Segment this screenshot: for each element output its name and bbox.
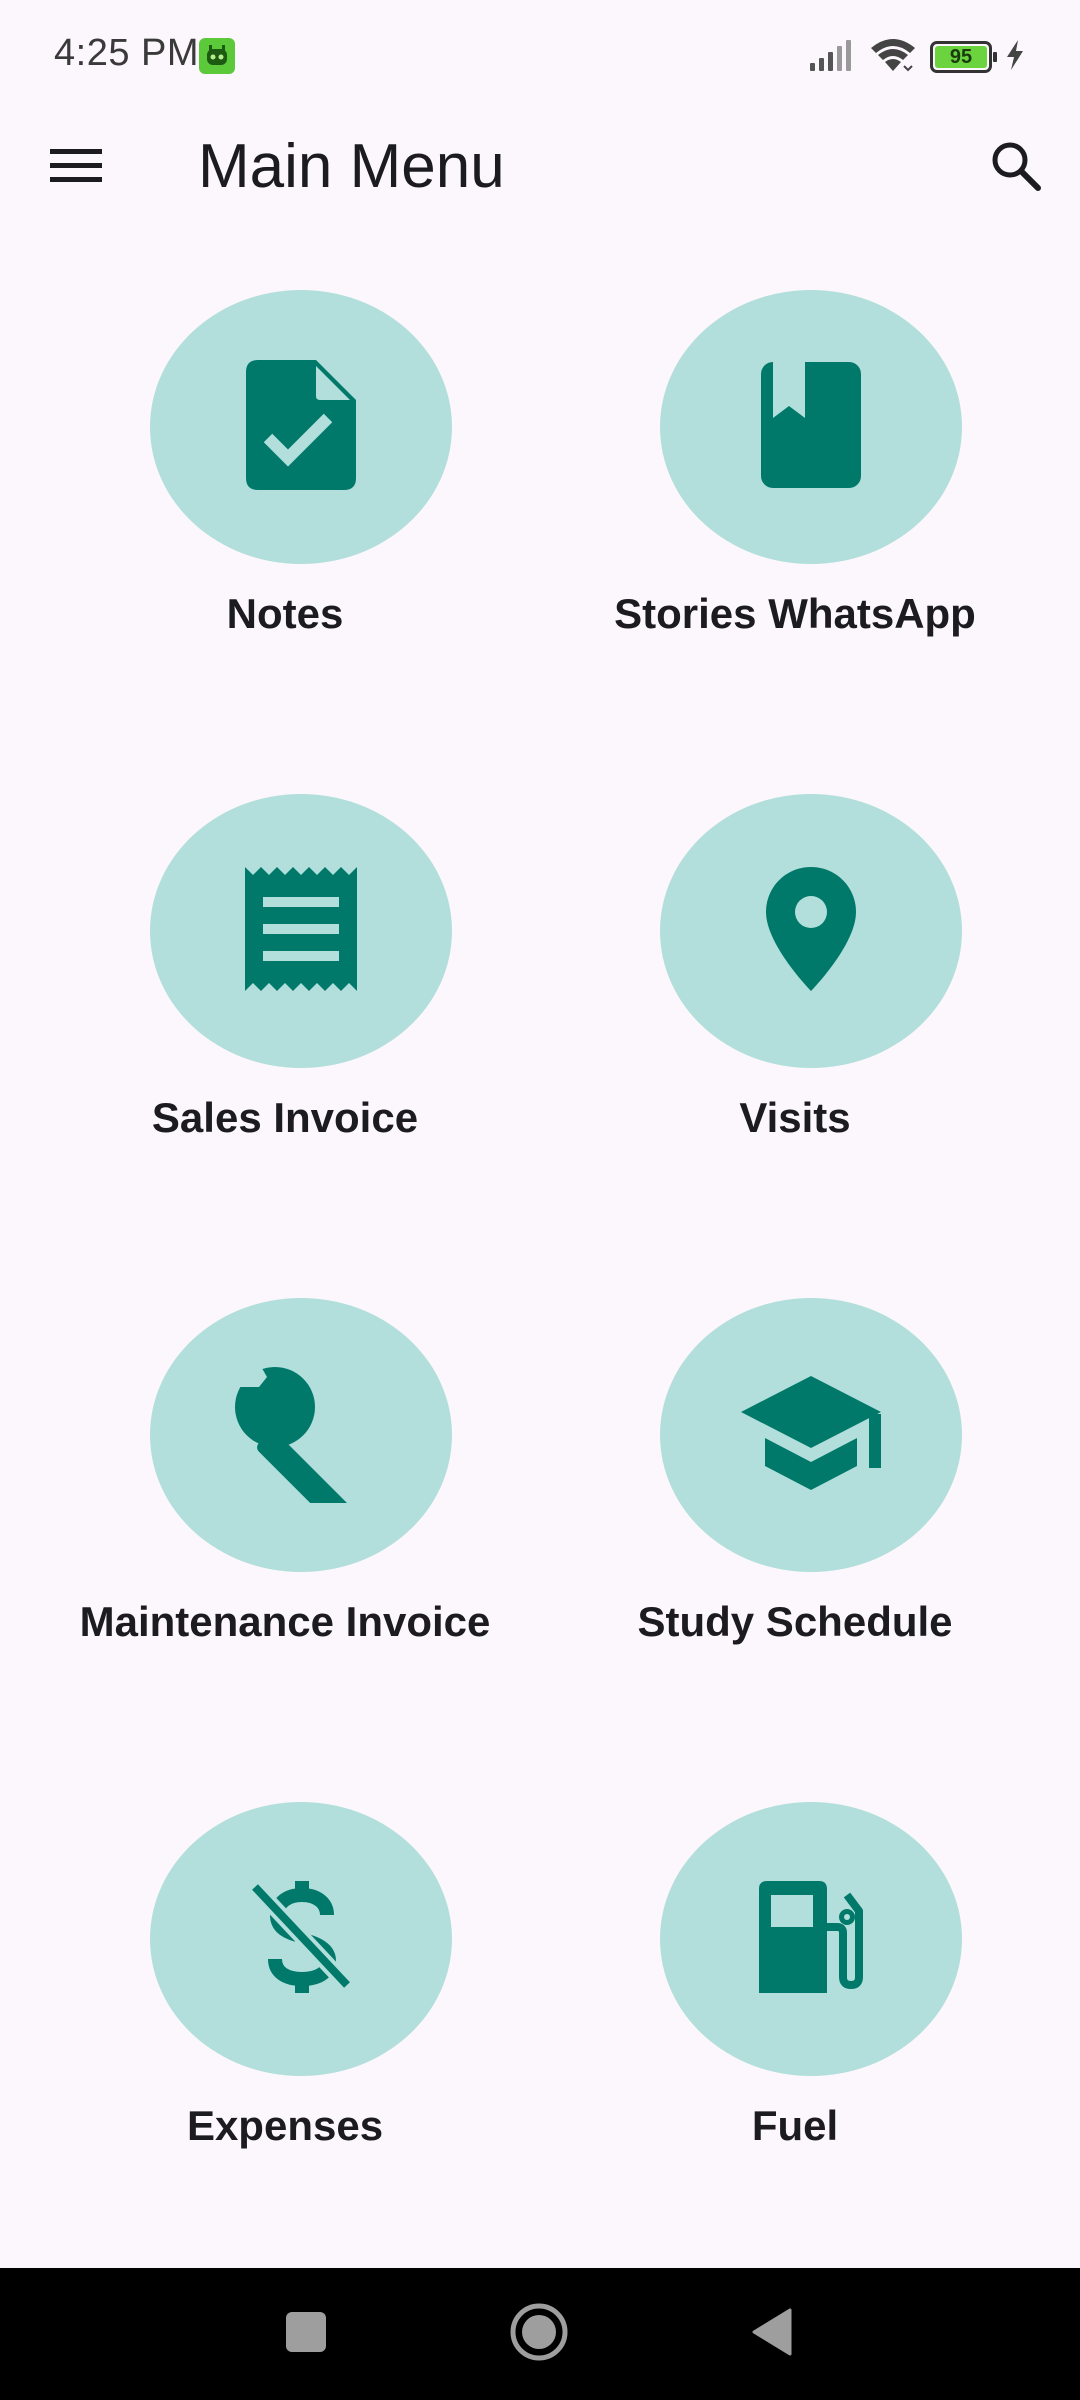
menu-item-study-schedule[interactable]: Study Schedule (540, 1232, 1050, 1652)
menu-item-expenses[interactable]: Expenses (30, 1736, 540, 2156)
location-pin-icon (766, 866, 856, 996)
menu-item-icon-circle (660, 1298, 962, 1572)
menu-item-stories-whatsapp[interactable]: Stories WhatsApp (540, 224, 1050, 644)
menu-item-icon-circle (660, 290, 962, 564)
battery-level: 95 (949, 45, 973, 68)
menu-item-maintenance-invoice[interactable]: Maintenance Invoice (30, 1232, 540, 1652)
status-time: 4:25 PM (54, 32, 200, 74)
recents-icon (286, 2311, 326, 2357)
status-icons: 95 (808, 36, 1026, 78)
menu-item-label: Study Schedule (637, 1598, 953, 1645)
search-button[interactable] (976, 128, 1056, 208)
menu-item-icon-circle (150, 794, 452, 1068)
menu-item-icon-circle (660, 794, 962, 1068)
app-bar: Main Menu (0, 112, 1080, 224)
status-bar: 4:25 PM 95 (0, 0, 1080, 112)
charging-icon (1004, 39, 1026, 76)
note-check-icon (246, 359, 356, 495)
search-icon (990, 140, 1042, 197)
graduation-cap-icon (741, 1375, 881, 1495)
home-icon (509, 2302, 569, 2367)
menu-item-icon-circle (150, 290, 452, 564)
robot-app-icon (199, 38, 235, 74)
menu-item-notes[interactable]: Notes (30, 224, 540, 644)
wifi-icon (868, 36, 918, 79)
menu-item-icon-circle (660, 1802, 962, 2076)
receipt-icon (245, 866, 357, 996)
wrench-icon (231, 1362, 371, 1528)
signal-icon (808, 37, 856, 78)
menu-item-label: Fuel (751, 2102, 839, 2149)
menu-item-label: Sales Invoice (151, 1094, 419, 1141)
fuel-pump-icon (759, 1880, 863, 1998)
back-icon (752, 2308, 792, 2361)
menu-item-label: Visits (739, 1094, 851, 1141)
recents-button[interactable] (266, 2294, 346, 2374)
book-bookmark-icon (761, 361, 861, 493)
money-off-icon (249, 1880, 353, 1998)
home-button[interactable] (499, 2294, 579, 2374)
menu-item-icon-circle (150, 1802, 452, 2076)
page-title: Main Menu (198, 132, 505, 201)
back-button[interactable] (732, 2294, 812, 2374)
menu-item-fuel[interactable]: Fuel (540, 1736, 1050, 2156)
battery-cap (993, 52, 997, 62)
menu-item-label: Maintenance Invoice (79, 1598, 491, 1645)
menu-item-icon-circle (150, 1298, 452, 1572)
system-nav-bar (0, 2268, 1080, 2400)
menu-item-sales-invoice[interactable]: Sales Invoice (30, 728, 540, 1148)
menu-item-visits[interactable]: Visits (540, 728, 1050, 1148)
menu-icon (50, 146, 102, 191)
menu-item-label: Stories WhatsApp (614, 590, 976, 637)
menu-item-label: Notes (226, 590, 344, 637)
battery-icon: 95 (930, 41, 997, 73)
menu-item-label: Expenses (186, 2102, 384, 2149)
menu-button[interactable] (36, 132, 116, 204)
